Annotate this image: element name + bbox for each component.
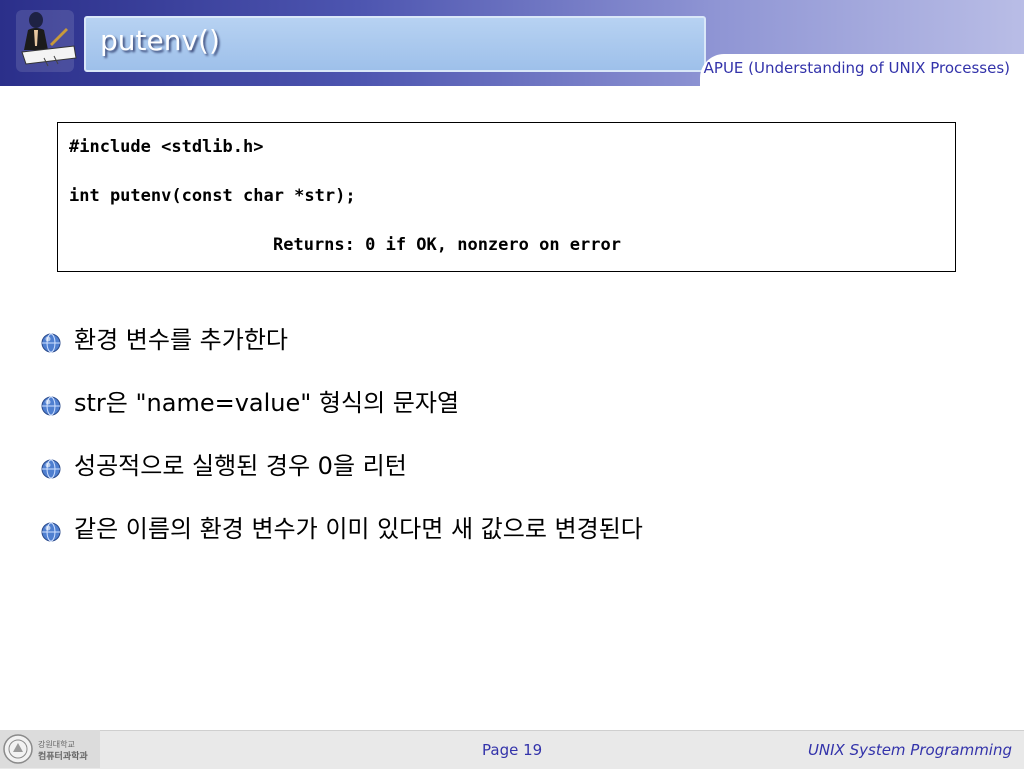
code-include-line: #include <stdlib.h> bbox=[69, 137, 264, 157]
bullet-text: 환경 변수를 추가한다 bbox=[74, 326, 288, 354]
footer-logo-line2: 컴퓨터과학과 bbox=[38, 750, 88, 762]
bullet-text: 같은 이름의 환경 변수가 이미 있다면 새 값으로 변경된다 bbox=[74, 515, 643, 543]
globe-bullet-icon bbox=[41, 333, 61, 353]
code-box: #include <stdlib.h> int putenv(const cha… bbox=[57, 122, 956, 272]
code-signature-line: int putenv(const char *str); bbox=[69, 186, 356, 206]
footer-logo-line1: 강원대학교 bbox=[38, 739, 75, 749]
bullet-text: str은 "name=value" 형식의 문자열 bbox=[74, 389, 460, 417]
university-seal-icon: 강원대학교 컴퓨터과학과 bbox=[3, 734, 88, 764]
slide-title: putenv() bbox=[100, 24, 220, 57]
globe-bullet-icon bbox=[41, 522, 61, 542]
code-returns-line: Returns: 0 if OK, nonzero on error bbox=[273, 235, 621, 255]
course-title: UNIX System Programming bbox=[807, 741, 1012, 759]
page-number: Page 19 bbox=[482, 741, 543, 759]
globe-bullet-icon bbox=[41, 459, 61, 479]
globe-bullet-icon bbox=[41, 396, 61, 416]
bullet-text: 성공적으로 실행된 경우 0을 리턴 bbox=[74, 452, 407, 480]
footer-logo: 강원대학교 컴퓨터과학과 bbox=[0, 730, 100, 768]
slide-subtitle: APUE (Understanding of UNIX Processes) bbox=[703, 59, 1010, 77]
writer-at-desk-icon bbox=[16, 10, 77, 72]
